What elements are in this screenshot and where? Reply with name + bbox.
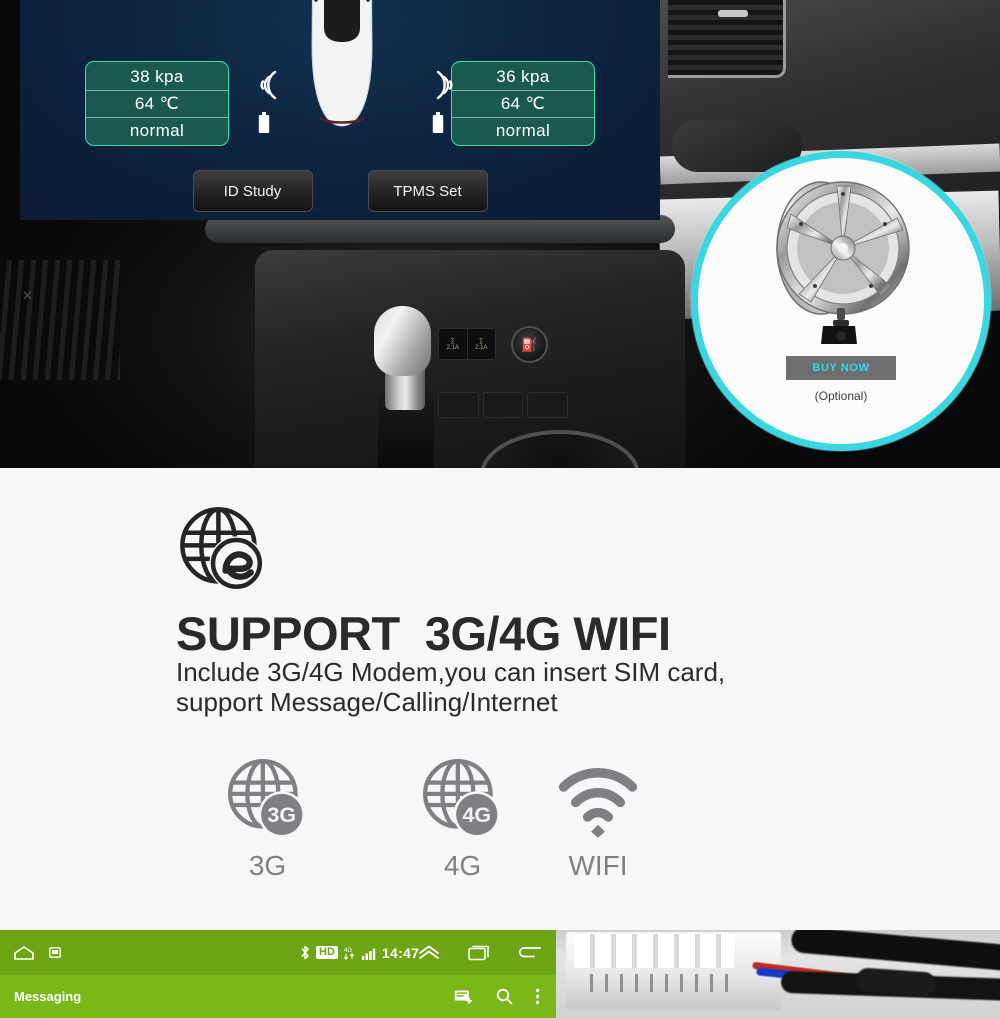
search-icon[interactable] [496, 988, 513, 1005]
wiring-harness-connector-photo [556, 930, 1000, 1018]
usb-amp-label: 2.1A [475, 344, 488, 351]
usb-icon: ∑ [450, 337, 455, 344]
android-head-unit-screen: HD 4G 14:47 Messaging [0, 930, 556, 1018]
console-button[interactable] [527, 392, 569, 418]
tire-temperature: 64 ℃ [86, 91, 228, 118]
usb-amp-label: 2.1A [446, 344, 459, 351]
back-icon[interactable] [518, 945, 542, 961]
svg-text:4G: 4G [344, 948, 352, 954]
tpms-button-row: ID Study TPMS Set [20, 170, 660, 212]
battery-icon [432, 112, 444, 133]
dash-badge: ✕ [22, 288, 35, 303]
tire-status: normal [129, 120, 185, 140]
mobile-data-4g-icon: 4G [343, 948, 354, 960]
car-top-view-icon [311, 0, 373, 127]
harness-connector-pins [578, 974, 728, 992]
feature-3g: 3G 3G [170, 756, 365, 901]
page-title: SUPPORT 3G/4G WIFI [176, 607, 671, 660]
app-title: Messaging [14, 989, 82, 1004]
buy-now-button[interactable]: BUY NOW [786, 356, 896, 380]
harness-connector-fins [574, 934, 734, 968]
console-button[interactable] [438, 392, 479, 418]
signal-bars-icon [361, 948, 376, 960]
id-study-button[interactable]: ID Study [192, 170, 313, 212]
air-vent-tab [718, 10, 748, 17]
lighter-icon: ⛽ [521, 336, 538, 352]
new-message-icon[interactable] [454, 989, 474, 1004]
promo-circle: BUY NOW (Optional) [691, 151, 991, 451]
feature-wifi: WIFI [555, 756, 641, 901]
optional-label: (Optional) [814, 389, 868, 403]
feature-label: 4G [443, 850, 482, 881]
feature-icon-row: 3G 3G 4G 4G WIFI [170, 756, 690, 901]
cigarette-lighter-socket[interactable]: ⛽ [511, 326, 548, 363]
bluetooth-icon [301, 945, 309, 960]
usb-icon: ∑ [479, 337, 484, 344]
product-listing-page: ✕ ∑ 2.1A ∑ 2.1A ⛽ 38 kpa 64 ℃ normal 36 … [0, 0, 1000, 1018]
console-button[interactable] [482, 392, 524, 418]
recents-icon[interactable] [468, 945, 490, 961]
chevron-up-icon[interactable] [418, 945, 440, 960]
messaging-app-bar: Messaging [0, 975, 556, 1018]
harness-wire-black [790, 930, 1000, 972]
left-vent [0, 260, 120, 380]
wifi-icon [558, 768, 638, 838]
home-icon[interactable] [13, 945, 35, 961]
tpms-tire-rear-left[interactable]: 38 kpa 64 ℃ normal [85, 61, 229, 146]
usb-charge-panel: ∑ 2.1A ∑ 2.1A [438, 328, 496, 360]
status-indicators: HD 4G 14:47 [300, 930, 419, 975]
overflow-menu-icon[interactable] [535, 988, 540, 1005]
console-button-row [438, 392, 569, 418]
tire-pressure: 38 kpa [86, 64, 228, 91]
tire-pressure: 36 kpa [452, 64, 594, 91]
status-bar-left-icons [0, 945, 61, 961]
status-bar-right-icons [418, 930, 542, 975]
tpms-screen: 38 kpa 64 ℃ normal 36 kpa 64 ℃ normal 38… [20, 0, 660, 220]
status-bar: HD 4G 14:47 [0, 930, 556, 975]
app-bar-actions [454, 988, 540, 1005]
battery-icon [258, 112, 270, 133]
screenshot-icon[interactable] [49, 947, 61, 958]
status-clock: 14:47 [381, 944, 420, 961]
feature-4g: 4G 4G [365, 756, 560, 901]
car-interior-photo: ✕ ∑ 2.1A ∑ 2.1A ⛽ 38 kpa 64 ℃ normal 36 … [0, 0, 1000, 468]
badge-text: 3G [267, 803, 296, 827]
feature-label: WIFI [568, 850, 628, 881]
globe-4g-icon: 4G [422, 759, 500, 838]
usb-port-2: ∑ 2.1A [468, 329, 496, 359]
signal-wave-icon [260, 70, 277, 100]
signal-wave-icon [436, 70, 453, 100]
page-subtitle: Include 3G/4G Modem,you can insert SIM c… [176, 657, 726, 717]
gear-shifter-knob [374, 306, 431, 376]
badge-text: 4G [462, 803, 491, 827]
globe-3g-icon: 3G [227, 759, 305, 838]
tire-status: normal [495, 120, 551, 140]
usb-port-1: ∑ 2.1A [439, 329, 468, 359]
tpms-tire-rear-right[interactable]: 36 kpa 64 ℃ normal [451, 61, 595, 146]
feature-section-3g-4g-wifi: SUPPORT 3G/4G WIFI Include 3G/4G Modem,y… [0, 468, 1000, 930]
alloy-wheel-with-tpms-sensor-icon [776, 181, 910, 344]
tpms-set-button[interactable]: TPMS Set [367, 170, 488, 212]
globe-internet-explorer-icon [180, 507, 264, 591]
tire-temperature: 64 ℃ [452, 91, 594, 118]
hd-voice-badge: HD [316, 946, 338, 959]
feature-label: 3G [248, 850, 287, 881]
